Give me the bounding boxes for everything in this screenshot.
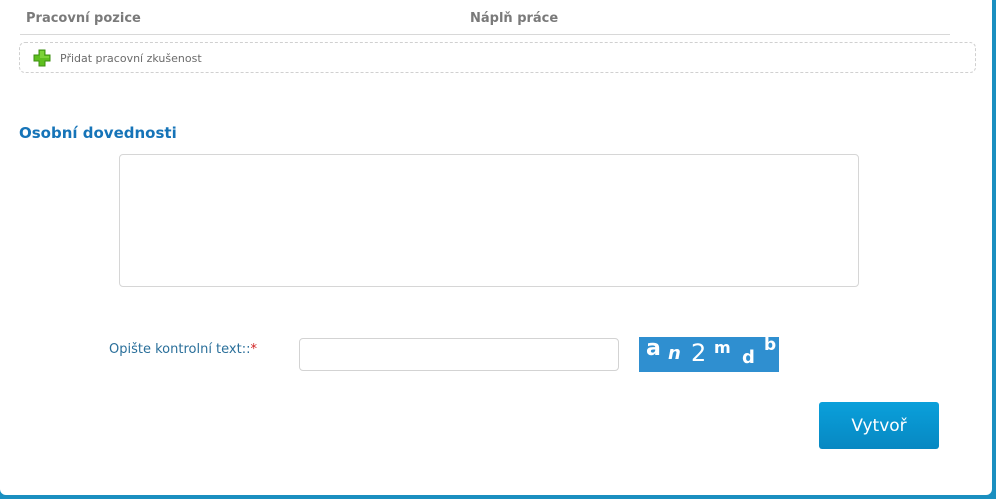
section-title-personal-skills: Osobní dovednosti [19,124,177,142]
experience-table-header: Pracovní pozice Náplň práce [20,0,950,35]
add-work-experience-label: Přidat pracovní zkušenost [60,52,202,65]
captcha-char: a [646,337,661,361]
column-header-position: Pracovní pozice [26,11,141,26]
captcha-field-label: Opište kontrolní text::* [109,342,257,357]
captcha-image: a n 2 m d b [639,337,779,372]
captcha-input[interactable] [299,338,619,371]
create-submit-button[interactable]: Vytvoř [819,402,939,449]
captcha-char: d [742,347,755,368]
required-marker: * [250,342,257,357]
captcha-char: m [714,338,731,357]
add-work-experience-button[interactable]: Přidat pracovní zkušenost [19,42,976,73]
personal-skills-textarea[interactable] [119,154,859,287]
captcha-char: n [668,343,681,364]
captcha-label-text: Opište kontrolní text:: [109,342,251,357]
form-panel: Pracovní pozice Náplň práce Přidat praco… [0,0,992,495]
plus-icon [33,49,51,67]
captcha-char: 2 [691,339,707,367]
column-header-job-description: Náplň práce [470,11,559,26]
captcha-char: b [764,337,777,355]
